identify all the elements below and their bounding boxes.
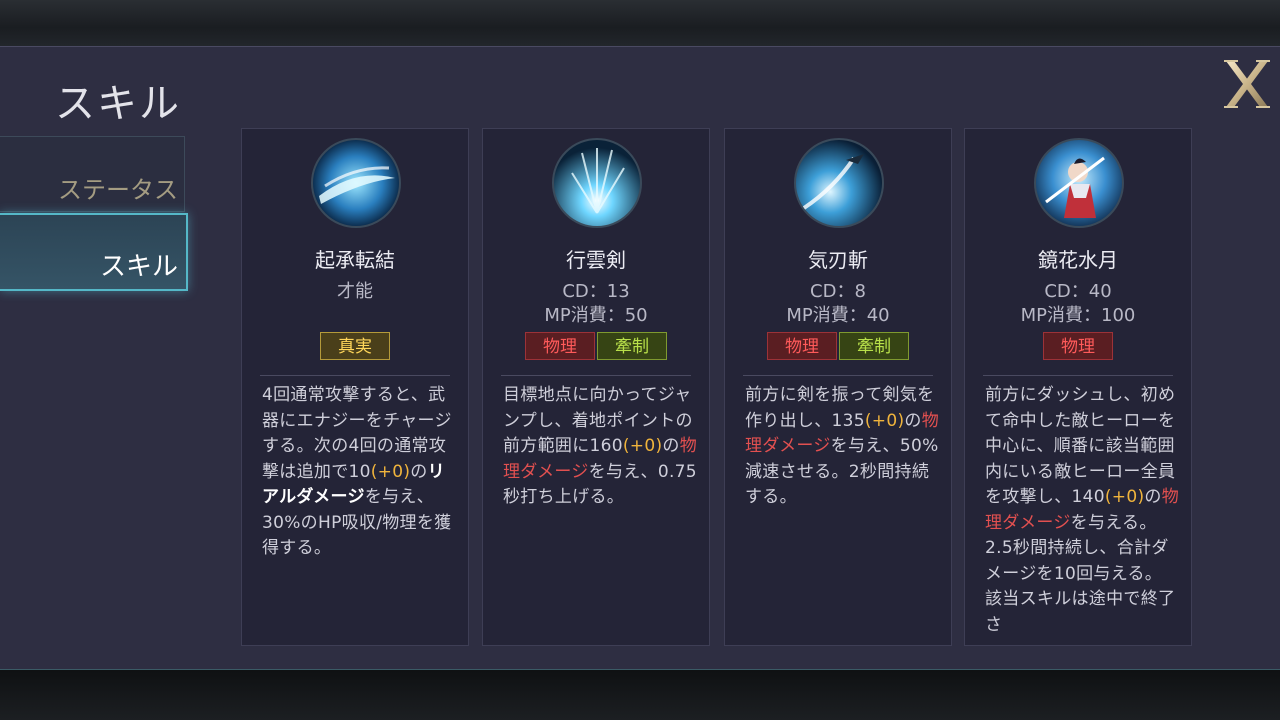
description-text: の	[662, 436, 680, 456]
skill-description: 前方にダッシュし、初めて命中した敵ヒーローを中心に、順番に該当範囲内にいる敵ヒー…	[985, 383, 1179, 638]
scaling-value: (+0)	[864, 410, 905, 431]
scaling-value: (+0)	[1104, 487, 1145, 507]
skill-cooldown: CD：40	[1044, 281, 1112, 302]
tab-status-label: ステータス	[58, 176, 178, 204]
skill-icon-blade-wave	[794, 138, 884, 228]
description-text: の	[1144, 487, 1162, 507]
skill-cooldown: CD：13	[562, 281, 630, 302]
skill-panel: スキル ステータス スキル 起承転結 才能 真実 4回通常攻撃すると、武器にエナ…	[0, 46, 1280, 670]
divider	[983, 375, 1173, 376]
background-bottom	[0, 668, 1280, 720]
close-icon[interactable]	[1222, 57, 1272, 111]
skill-icon-slash	[311, 138, 401, 228]
skill-icon-burst	[552, 138, 642, 228]
skill-description: 前方に剣を振って剣気を作り出し、135(+0)の物理ダメージを与え、50%減速さ…	[745, 383, 939, 511]
skill-cooldown: CD：8	[810, 281, 866, 302]
skill-mp-cost: MP消費：100	[1020, 305, 1136, 326]
skill-description: 4回通常攻撃すると、武器にエナジーをチャージする。次の4回の通常攻撃は追加で10…	[262, 383, 456, 562]
page-title: スキル	[55, 81, 181, 127]
scaling-value: (+0)	[370, 461, 411, 482]
tag-true-damage: 真実	[320, 332, 390, 360]
skill-icon-swordsman	[1034, 138, 1124, 228]
skill-description: 目標地点に向かってジャンプし、着地ポイントの前方範囲に160(+0)の物理ダメー…	[503, 383, 697, 511]
skill-card[interactable]: 気刃斬 CD：8 MP消費：40 物理 牽制 前方に剣を振って剣気を作り出し、1…	[724, 128, 952, 646]
tag-physical: 物理	[767, 332, 837, 360]
skill-card[interactable]: 行雲剣 CD：13 MP消費：50 物理 牽制 目標地点に向かってジャンプし、着…	[482, 128, 710, 646]
divider	[743, 375, 933, 376]
divider	[260, 375, 450, 376]
skill-name: 起承転結	[315, 248, 395, 272]
tag-physical: 物理	[525, 332, 595, 360]
skill-mp-cost: MP消費：50	[544, 305, 648, 326]
tag-control: 牽制	[839, 332, 909, 360]
tab-status[interactable]: ステータス	[0, 136, 185, 212]
tag-physical: 物理	[1043, 332, 1113, 360]
tag-control: 牽制	[597, 332, 667, 360]
skill-tags: 物理 牽制	[483, 332, 709, 360]
tab-skill-label: スキル	[99, 252, 178, 282]
scaling-value: (+0)	[622, 436, 663, 456]
skill-name: 気刃斬	[808, 248, 868, 272]
skill-type: 才能	[337, 281, 373, 302]
description-text: の	[904, 410, 922, 431]
tab-skill[interactable]: スキル	[0, 213, 188, 291]
skill-tags: 真実	[242, 332, 468, 360]
skill-card[interactable]: 鏡花水月 CD：40 MP消費：100 物理 前方にダッシュし、初めて命中した敵…	[964, 128, 1192, 646]
divider	[501, 375, 691, 376]
skill-mp-cost: MP消費：40	[786, 305, 890, 326]
description-text: の	[410, 461, 428, 482]
skill-card[interactable]: 起承転結 才能 真実 4回通常攻撃すると、武器にエナジーをチャージする。次の4回…	[241, 128, 469, 646]
skill-tags: 物理	[965, 332, 1191, 360]
skill-tags: 物理 牽制	[725, 332, 951, 360]
skill-name: 行雲剣	[566, 248, 626, 272]
skill-name: 鏡花水月	[1038, 248, 1118, 272]
background-top	[0, 0, 1280, 46]
